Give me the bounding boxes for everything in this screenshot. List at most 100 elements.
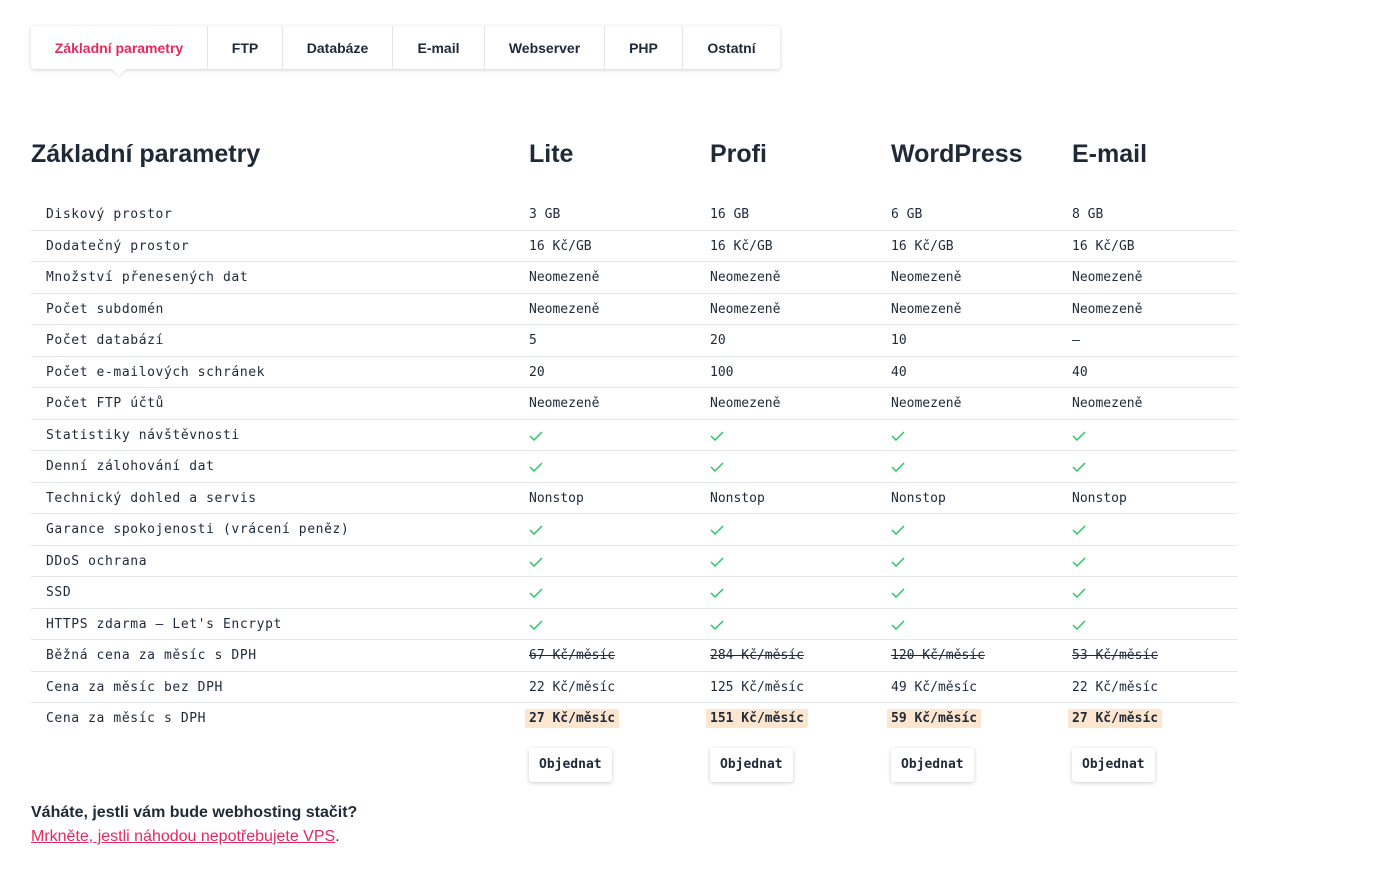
comparison-table: Diskový prostor 3 GB 16 GB 6 GB 8 GB Dodatečn… xyxy=(31,199,1238,735)
row-value: Neomezeně xyxy=(891,388,961,419)
value-text: 125 Kč/měsíc xyxy=(710,679,804,695)
plan-header-email: E-mail xyxy=(1072,140,1148,168)
row-value: 27 Kč/měsíc xyxy=(1068,703,1163,734)
row-value: 20 xyxy=(710,325,726,356)
row-label: Garance spokojenosti (vrácení peněz) xyxy=(46,522,350,537)
row-value: 151 Kč/měsíc xyxy=(706,703,808,734)
row-value: 125 Kč/měsíc xyxy=(710,672,804,703)
row-value xyxy=(529,546,543,577)
row-value xyxy=(710,609,724,640)
row-label: Statistiky návštěvnosti xyxy=(46,427,240,443)
row-value: Neomezeně xyxy=(529,262,599,293)
row-value: 16 GB xyxy=(710,199,749,230)
check-icon xyxy=(891,420,905,451)
tab-6[interactable]: Ostatní xyxy=(683,26,780,69)
value-text: 20 xyxy=(529,364,545,380)
plan-header-wordpress: WordPress xyxy=(891,140,1023,168)
tab-2[interactable]: Databáze xyxy=(283,26,393,69)
row-label: SSD xyxy=(46,585,72,600)
row-value xyxy=(891,577,905,608)
parameter-tabs: Základní parametry FTP Databáze E-mail Webse… xyxy=(31,26,780,69)
row-value: Neomezeně xyxy=(710,388,780,419)
tab-5[interactable]: PHP xyxy=(605,26,683,69)
row-value: Nonstop xyxy=(891,483,946,514)
value-text: 27 Kč/měsíc xyxy=(525,709,620,728)
check-icon xyxy=(891,609,905,640)
row-value xyxy=(891,451,905,482)
check-icon xyxy=(710,451,724,482)
value-text: Neomezeně xyxy=(710,270,781,285)
tab-0[interactable]: Základní parametry xyxy=(31,26,208,69)
section-title: Základní parametry xyxy=(31,140,261,168)
order-button-email[interactable]: Objednat xyxy=(1072,748,1155,782)
value-text: 151 Kč/měsíc xyxy=(706,709,808,728)
value-text: 49 Kč/měsíc xyxy=(891,679,978,695)
vps-link[interactable]: Mrkněte, jestli náhodou nepotřebujete VP… xyxy=(31,828,335,845)
row-value xyxy=(529,514,543,545)
row-value: Neomezeně xyxy=(891,294,961,325)
row-value xyxy=(1072,451,1086,482)
value-text: 100 xyxy=(710,364,734,380)
row-label: HTTPS zdarma – Let's Encrypt xyxy=(46,616,282,632)
row-value xyxy=(710,514,724,545)
table-row: Počet databází 5 20 10 – xyxy=(31,325,1238,357)
plan-header-profi: Profi xyxy=(710,140,767,168)
row-value xyxy=(710,577,724,608)
row-label: Počet FTP účtů xyxy=(46,396,164,411)
value-text: 5 xyxy=(529,333,537,348)
value-text: 16 Kč/GB xyxy=(529,238,592,254)
value-text: 22 Kč/měsíc xyxy=(1072,679,1159,695)
row-value: Neomezeně xyxy=(710,262,780,293)
value-text: Neomezeně xyxy=(529,396,600,411)
check-icon xyxy=(529,420,543,451)
tab-1[interactable]: FTP xyxy=(208,26,283,69)
value-text: Neomezeně xyxy=(710,396,781,411)
row-value xyxy=(891,546,905,577)
value-text: 27 Kč/měsíc xyxy=(1068,709,1163,728)
order-button-profi[interactable]: Objednat xyxy=(710,748,793,782)
row-value xyxy=(1072,577,1086,608)
row-value: 49 Kč/měsíc xyxy=(891,672,977,703)
row-value xyxy=(529,577,543,608)
value-text: 3 GB xyxy=(529,207,561,222)
row-value: Neomezeně xyxy=(891,262,961,293)
footer-question: Váháte, jestli vám bude webhosting stači… xyxy=(31,804,358,821)
value-text: 22 Kč/měsíc xyxy=(529,679,616,695)
check-icon xyxy=(891,577,905,608)
row-value: 120 Kč/měsíc xyxy=(891,640,985,671)
row-value: 40 xyxy=(1072,357,1088,388)
table-row: Diskový prostor 3 GB 16 GB 6 GB 8 GB xyxy=(31,199,1238,231)
order-button-lite[interactable]: Objednat xyxy=(529,748,612,782)
row-value xyxy=(1072,609,1086,640)
table-row: HTTPS zdarma – Let's Encrypt xyxy=(31,609,1238,640)
row-label: Cena za měsíc bez DPH xyxy=(46,679,223,695)
row-value xyxy=(1072,420,1086,451)
row-value: 20 xyxy=(529,357,545,388)
value-text: 284 Kč/měsíc xyxy=(710,648,804,663)
row-value xyxy=(891,609,905,640)
table-row: Cena za měsíc bez DPH 22 Kč/měsíc 125 Kč/m… xyxy=(31,672,1238,703)
row-value: 27 Kč/měsíc xyxy=(525,703,620,734)
row-value: 8 GB xyxy=(1072,199,1103,230)
value-text: Neomezeně xyxy=(1072,396,1143,411)
row-label: Běžná cena za měsíc s DPH xyxy=(46,648,257,663)
value-text: 53 Kč/měsíc xyxy=(1072,648,1159,663)
table-row: SSD xyxy=(31,577,1238,609)
row-value: 53 Kč/měsíc xyxy=(1072,640,1158,671)
tab-3[interactable]: E-mail xyxy=(393,26,485,69)
check-icon xyxy=(891,514,905,545)
check-icon xyxy=(710,577,724,608)
row-value: Neomezeně xyxy=(529,388,599,419)
row-value: 16 Kč/GB xyxy=(891,231,954,262)
row-value: Neomezeně xyxy=(529,294,599,325)
value-text: 8 GB xyxy=(1072,207,1104,222)
order-button-wordpress[interactable]: Objednat xyxy=(891,748,974,782)
check-icon xyxy=(1072,420,1086,451)
row-value: 16 Kč/GB xyxy=(529,231,592,262)
value-text: 40 xyxy=(891,364,907,380)
value-text: 120 Kč/měsíc xyxy=(891,648,985,663)
check-icon xyxy=(891,451,905,482)
value-text: Nonstop xyxy=(891,490,946,506)
table-row: Dodatečný prostor 16 Kč/GB 16 Kč/GB 16 Kč/G… xyxy=(31,231,1238,262)
tab-4[interactable]: Webserver xyxy=(485,26,605,69)
